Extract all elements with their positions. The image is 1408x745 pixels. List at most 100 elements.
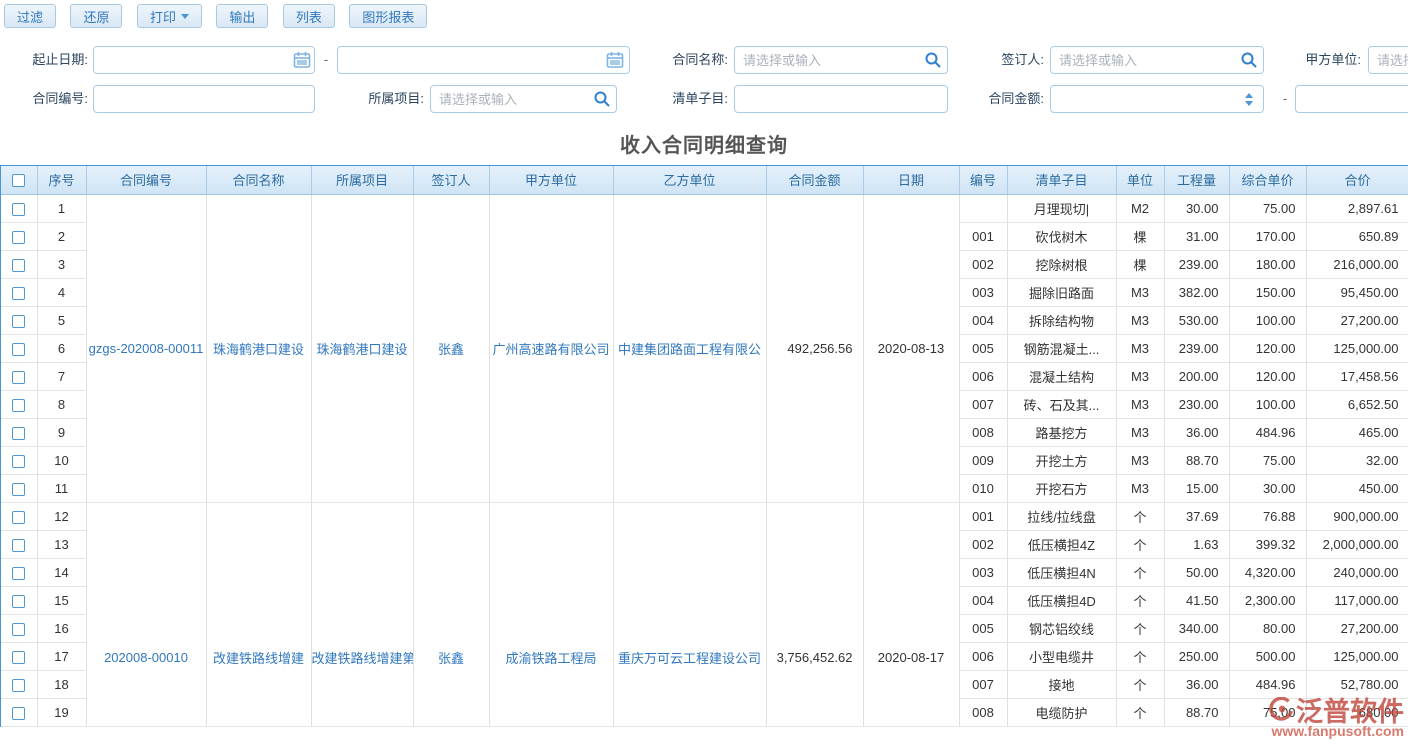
amount-label: 合同金额: <box>956 85 1044 113</box>
cell-select <box>1 334 37 362</box>
cell-unit: 棵 <box>1116 222 1164 250</box>
signer-label: 签订人: <box>976 46 1044 74</box>
cell-contract-no[interactable]: 202008-00010 <box>86 502 206 726</box>
contract-no-input[interactable] <box>93 85 315 113</box>
row-checkbox[interactable] <box>12 287 25 300</box>
cell-seq: 11 <box>37 474 86 502</box>
row-checkbox[interactable] <box>12 539 25 552</box>
cell-qty: 41.50 <box>1164 586 1229 614</box>
export-button[interactable]: 输出 <box>216 4 268 28</box>
cell-unit-price: 100.00 <box>1229 390 1306 418</box>
cell-qty: 530.00 <box>1164 306 1229 334</box>
filter-button[interactable]: 过滤 <box>4 4 56 28</box>
cell-seq: 4 <box>37 278 86 306</box>
row-checkbox[interactable] <box>12 427 25 440</box>
cell-select <box>1 698 37 726</box>
filter-button-label: 过滤 <box>17 7 43 26</box>
restore-button[interactable]: 还原 <box>70 4 122 28</box>
search-icon[interactable] <box>593 90 611 108</box>
cell-seq: 7 <box>37 362 86 390</box>
date-range-separator: - <box>321 46 331 74</box>
chart-report-button[interactable]: 图形报表 <box>349 4 427 28</box>
cell-date: 2020-08-17 <box>863 502 959 726</box>
list-button[interactable]: 列表 <box>283 4 335 28</box>
row-checkbox[interactable] <box>12 259 25 272</box>
row-checkbox[interactable] <box>12 623 25 636</box>
row-checkbox[interactable] <box>12 231 25 244</box>
cell-contract-no[interactable]: gzgs-202008-00011 <box>86 194 206 502</box>
cell-contract-no-text: 202008-00010 <box>104 650 188 665</box>
contract-name-input[interactable] <box>734 46 948 74</box>
row-checkbox[interactable] <box>12 455 25 468</box>
cell-unit: M3 <box>1116 334 1164 362</box>
cell-amount: 3,756,452.62 <box>766 502 863 726</box>
list-item-input[interactable] <box>734 85 948 113</box>
party-a-input[interactable] <box>1368 46 1408 74</box>
cell-seq: 12 <box>37 502 86 530</box>
select-all-checkbox[interactable] <box>12 174 25 187</box>
search-icon[interactable] <box>1240 51 1258 69</box>
cell-qty: 50.00 <box>1164 558 1229 586</box>
cell-total: 117,000.00 <box>1306 586 1408 614</box>
cell-list-item: 砍伐树木 <box>1007 222 1116 250</box>
cell-select <box>1 502 37 530</box>
row-checkbox[interactable] <box>12 651 25 664</box>
stepper-down-icon[interactable] <box>1245 101 1253 106</box>
cell-unit-price: 76.88 <box>1229 502 1306 530</box>
amount-max-input[interactable] <box>1295 85 1408 113</box>
cell-total: 240,000.00 <box>1306 558 1408 586</box>
cell-code: 008 <box>959 698 1007 726</box>
cell-select <box>1 558 37 586</box>
cell-qty: 340.00 <box>1164 614 1229 642</box>
calendar-icon[interactable] <box>293 51 311 69</box>
header-code: 编号 <box>959 166 1007 194</box>
cell-signer-text: 张鑫 <box>438 342 464 357</box>
cell-qty: 36.00 <box>1164 670 1229 698</box>
row-checkbox[interactable] <box>12 679 25 692</box>
date-end-input[interactable] <box>337 46 630 74</box>
cell-total: 2,897.61 <box>1306 194 1408 222</box>
cell-list-item: 钢筋混凝土... <box>1007 334 1116 362</box>
cell-code <box>959 194 1007 222</box>
row-checkbox[interactable] <box>12 483 25 496</box>
cell-signer: 张鑫 <box>413 194 489 502</box>
date-start-input[interactable] <box>93 46 315 74</box>
header-contract-name: 合同名称 <box>206 166 311 194</box>
cell-party-b-text: 重庆万可云工程建设公司 <box>618 651 761 666</box>
cell-qty: 200.00 <box>1164 362 1229 390</box>
cell-project-text: 改建铁路线增建第 <box>312 651 414 666</box>
row-checkbox[interactable] <box>12 343 25 356</box>
cell-total: 95,450.00 <box>1306 278 1408 306</box>
print-button[interactable]: 打印 <box>137 4 202 28</box>
row-checkbox[interactable] <box>12 595 25 608</box>
cell-unit-price: 100.00 <box>1229 306 1306 334</box>
project-input[interactable] <box>430 85 617 113</box>
signer-input[interactable] <box>1050 46 1264 74</box>
cell-list-item: 开挖石方 <box>1007 474 1116 502</box>
amount-stepper[interactable] <box>1243 88 1255 110</box>
search-icon[interactable] <box>924 51 942 69</box>
cell-amount-text: 492,256.56 <box>787 341 852 356</box>
cell-amount: 492,256.56 <box>766 194 863 502</box>
project-label: 所属项目: <box>336 85 424 113</box>
amount-min-input[interactable] <box>1050 85 1264 113</box>
cell-total: 27,200.00 <box>1306 614 1408 642</box>
row-checkbox[interactable] <box>12 567 25 580</box>
row-checkbox[interactable] <box>12 315 25 328</box>
cell-seq: 8 <box>37 390 86 418</box>
stepper-up-icon[interactable] <box>1245 93 1253 98</box>
row-checkbox[interactable] <box>12 399 25 412</box>
row-checkbox[interactable] <box>12 203 25 216</box>
cell-unit: 个 <box>1116 558 1164 586</box>
row-checkbox[interactable] <box>12 511 25 524</box>
row-checkbox[interactable] <box>12 371 25 384</box>
cell-code: 007 <box>959 670 1007 698</box>
cell-code: 002 <box>959 250 1007 278</box>
cell-code: 003 <box>959 558 1007 586</box>
cell-qty: 1.63 <box>1164 530 1229 558</box>
cell-total: 450.00 <box>1306 474 1408 502</box>
calendar-icon[interactable] <box>606 51 624 69</box>
cell-select <box>1 474 37 502</box>
row-checkbox[interactable] <box>12 707 25 720</box>
cell-party-a: 成渝铁路工程局 <box>489 502 613 726</box>
